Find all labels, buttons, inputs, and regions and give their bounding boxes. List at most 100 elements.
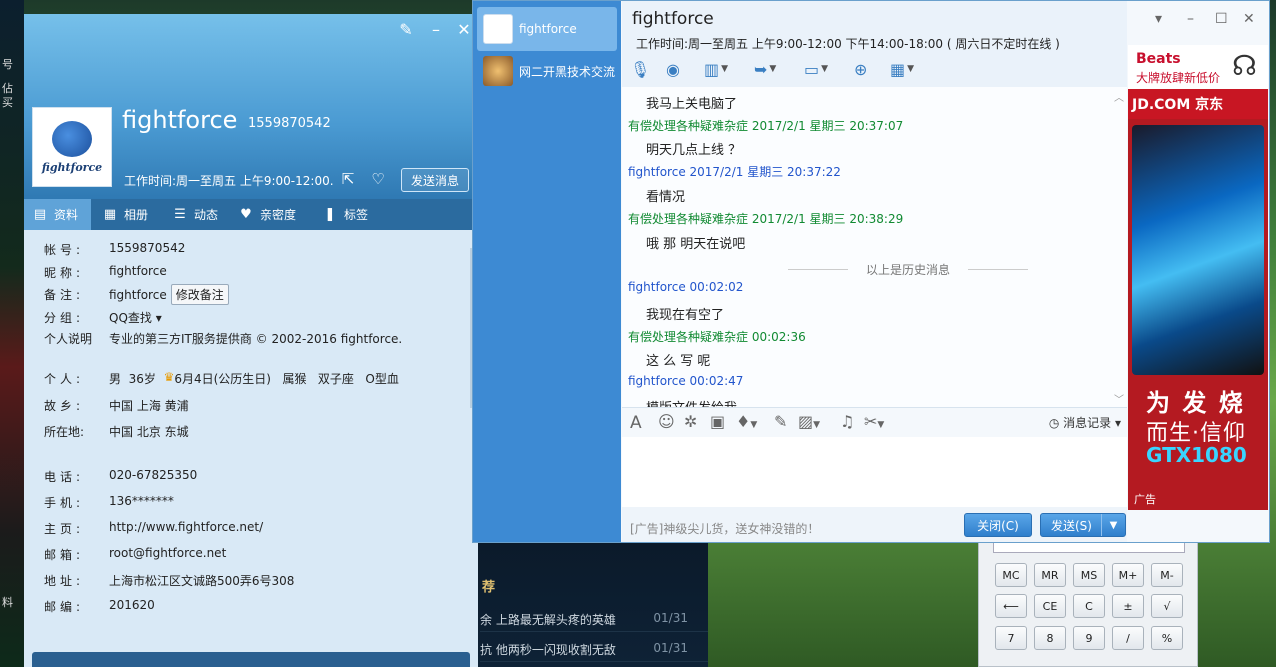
desktop-text: 号 [2, 58, 13, 71]
calc-key[interactable]: 8 [1034, 626, 1066, 650]
voice-call-icon[interactable]: 🎙 [630, 57, 650, 81]
news-item[interactable]: 余 上路最无解头疼的英雄 01/31 [480, 606, 708, 632]
message-text: 模版文件发给我 [646, 397, 737, 407]
message-text: 看情况 [646, 190, 686, 205]
calc-key[interactable]: ⟵ [995, 594, 1027, 618]
message-text: 哦 那 明天在说吧 [646, 237, 746, 252]
field-value: root@fightforce.net [109, 546, 227, 560]
calc-key[interactable]: M- [1151, 563, 1183, 587]
field-mobile: 手机: 136******* [44, 494, 174, 511]
field-value: 中国 北京 东城 [109, 425, 189, 439]
send-message-button[interactable]: 发送消息 [401, 168, 469, 192]
profile-window: ✎ – ✕ fightforce fightforce 1559870542 工… [24, 14, 478, 667]
gif-icon[interactable]: ▣ [710, 412, 725, 431]
send-button[interactable]: 发送(S) ▼ [1040, 513, 1126, 537]
field-group: 分组: QQ查找 ▾ [44, 309, 162, 326]
close-icon[interactable]: ✕ [1243, 11, 1255, 27]
share-icon[interactable]: ⇱ [338, 170, 358, 188]
calc-key[interactable]: 9 [1073, 626, 1105, 650]
file-transfer-icon[interactable]: ➥ ▼ [754, 57, 776, 81]
message-text: 明天几点上线 ？ [646, 143, 742, 158]
tab-label: 资料 [54, 208, 79, 222]
screen-share-icon[interactable]: ▥ ▼ [704, 57, 728, 81]
apps-icon[interactable]: ▦ ▼ [890, 57, 914, 81]
avatar-logo-text: fightforce [41, 160, 103, 174]
field-label: 地址: [44, 574, 85, 588]
contact-item[interactable]: fightforce [477, 7, 617, 51]
maximize-icon[interactable]: ☐ [1215, 11, 1228, 27]
field-label: 所在地: [44, 425, 85, 439]
create-group-icon[interactable]: ⊕ [854, 57, 867, 81]
skin-brush-icon[interactable]: ✎ [396, 20, 416, 39]
field-nickname: 昵称: fightforce [44, 264, 167, 281]
homepage-link[interactable]: http://www.fightforce.net/ [109, 520, 263, 537]
calc-key[interactable]: / [1112, 626, 1144, 650]
field-label: 分组: [44, 311, 85, 325]
message-history-button[interactable]: ◷ 消息记录 ▾ [1049, 414, 1121, 431]
zodiac: 属猴 [282, 372, 307, 386]
screenshot-icon[interactable]: ✎ [774, 412, 787, 431]
calc-key[interactable]: ± [1112, 594, 1144, 618]
field-label: 帐号: [44, 243, 85, 257]
contact-item[interactable]: 网二开黑技术交流 [477, 49, 617, 93]
minimize-icon[interactable]: – [426, 20, 446, 39]
chat-window: fightforce 网二开黑技术交流 fightforce 工作时间:周一至周… [472, 0, 1270, 543]
scissors-icon[interactable]: ✂▼ [864, 412, 884, 431]
group-dropdown[interactable]: QQ查找 ▾ [109, 309, 162, 326]
calc-key[interactable]: MR [1034, 563, 1066, 587]
calc-key[interactable]: MC [995, 563, 1027, 587]
remote-desktop-icon[interactable]: ▭ ▼ [804, 57, 828, 81]
tab-album[interactable]: ▦ 相册 [94, 199, 160, 230]
calc-key[interactable]: CE [1034, 594, 1066, 618]
calc-key[interactable]: M+ [1112, 563, 1144, 587]
calc-key[interactable]: √ [1151, 594, 1183, 618]
tab-label: 标签 [344, 208, 369, 222]
tab-tags[interactable]: ❚ 标签 [314, 199, 380, 230]
field-value: fightforce [109, 264, 167, 278]
video-call-icon[interactable]: ◉ [666, 57, 680, 81]
menu-dropdown-icon[interactable]: ▾ [1155, 11, 1162, 27]
image-icon[interactable]: ▨▼ [798, 412, 820, 431]
calc-key[interactable]: 7 [995, 626, 1027, 650]
desktop-left-strip: 号 佔 买 料 [0, 0, 24, 667]
scroll-down-icon[interactable]: ﹀ [1114, 391, 1124, 406]
tab-feed[interactable]: ☰ 动态 [164, 199, 230, 230]
news-date: 01/31 [653, 641, 688, 655]
calc-key[interactable]: C [1073, 594, 1105, 618]
shake-icon[interactable]: ✲ [684, 412, 697, 431]
footer-ad-link[interactable]: [广告]神级尖儿货，送女神没错的！ [630, 520, 819, 537]
field-value: 201620 [109, 598, 155, 612]
tab-intimacy[interactable]: ♥ 亲密度 [230, 199, 310, 230]
calc-key[interactable]: % [1151, 626, 1183, 650]
close-button[interactable]: 关闭(C) [964, 513, 1032, 537]
emoji-icon[interactable]: ☺ [658, 412, 675, 431]
minimize-icon[interactable]: – [1187, 11, 1194, 27]
blood-type: O型血 [365, 372, 399, 386]
music-icon[interactable]: ♫ [840, 412, 854, 431]
contact-name: fightforce [519, 22, 577, 36]
add-favorite-icon[interactable]: ♡ [368, 170, 388, 188]
field-remark: 备注: fightforce 修改备注 [44, 284, 229, 305]
news-title: 抗 他两秒一闪现收割无敌 [480, 643, 616, 657]
gender: 男 [109, 372, 122, 386]
voice-message-icon[interactable]: ♦▼ [736, 412, 757, 431]
desktop-text: 料 [2, 596, 13, 609]
edit-remark-button[interactable]: 修改备注 [170, 284, 229, 305]
message-input[interactable] [622, 437, 1127, 507]
calc-key[interactable]: MS [1073, 563, 1105, 587]
send-options-icon[interactable]: ▼ [1101, 514, 1125, 536]
field-label: 电话: [44, 470, 85, 484]
avatar[interactable]: fightforce [32, 107, 112, 187]
ad-panel[interactable]: Beats 大牌放肆新低价 ☊ JD.COM 京东 为 发 烧 而生·信仰 GT… [1128, 45, 1268, 510]
tab-profile[interactable]: ▤ 资料 [24, 199, 91, 230]
font-icon[interactable]: A [630, 413, 642, 433]
profile-qq-number: 1559870542 [248, 116, 331, 131]
history-divider: 以上是历史消息 [788, 261, 1028, 278]
field-address: 地址: 上海市松江区文诚路500弄6号308 [44, 572, 294, 589]
id-card-icon: ▤ [33, 206, 47, 222]
scroll-up-icon[interactable]: ︿ [1114, 89, 1124, 104]
crown-icon: ♛ [163, 370, 175, 384]
news-item[interactable]: 抗 他两秒一闪现收割无敌 01/31 [480, 636, 708, 662]
field-label: 备注: [44, 288, 85, 302]
close-icon[interactable]: ✕ [454, 20, 474, 39]
